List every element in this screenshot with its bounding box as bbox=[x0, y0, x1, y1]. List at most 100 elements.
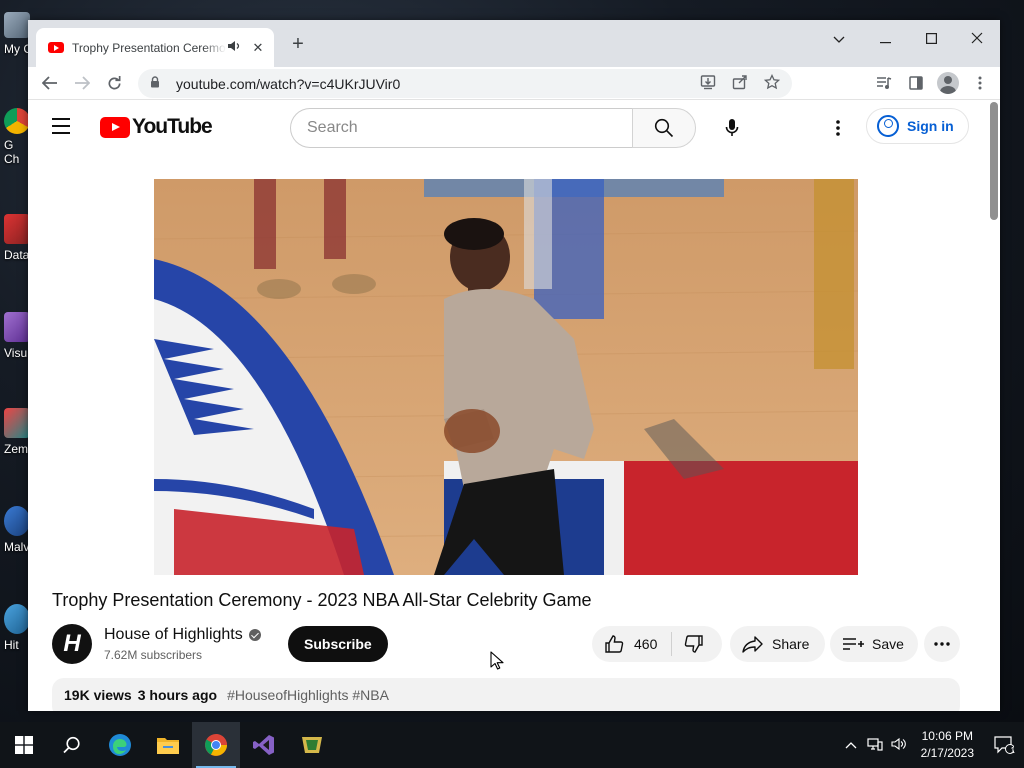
verified-badge-icon bbox=[248, 628, 261, 641]
vertical-dots-icon bbox=[836, 120, 840, 136]
like-dislike-group: 460 bbox=[592, 626, 722, 662]
video-description[interactable]: 19K views 3 hours ago #HouseofHighlights #… bbox=[52, 678, 960, 711]
windows-taskbar: 10:06 PM 2/17/2023 1 bbox=[0, 722, 1024, 768]
network-icon[interactable] bbox=[865, 737, 885, 754]
browser-toolbar: youtube.com/watch?v=c4UKrJUVir0 bbox=[28, 67, 1000, 100]
clock-date: 2/17/2023 bbox=[920, 746, 974, 760]
back-button[interactable] bbox=[34, 69, 66, 97]
share-label: Share bbox=[772, 636, 810, 652]
video-player[interactable] bbox=[154, 179, 858, 575]
action-center-button[interactable]: 1 bbox=[984, 722, 1024, 768]
media-controls-button[interactable] bbox=[868, 69, 900, 97]
minimize-button[interactable] bbox=[862, 24, 908, 54]
youtube-page: YouTube Search Sign in Trophy Presentati… bbox=[28, 100, 1000, 711]
maximize-button[interactable] bbox=[908, 24, 954, 54]
profile-avatar-icon bbox=[937, 72, 959, 94]
video-frame bbox=[154, 179, 858, 575]
search-icon bbox=[63, 736, 80, 754]
tab-search-button[interactable] bbox=[816, 24, 862, 54]
microphone-icon bbox=[725, 119, 739, 136]
tab-title: Trophy Presentation Ceremony - 2023 NBA … bbox=[72, 40, 226, 55]
close-tab-icon[interactable]: ✕ bbox=[250, 40, 266, 56]
page-scrollbar[interactable] bbox=[988, 102, 998, 707]
thumbs-up-icon bbox=[605, 635, 624, 653]
chrome-menu-button[interactable] bbox=[964, 69, 996, 97]
taskbar-visual-studio[interactable] bbox=[240, 722, 288, 768]
chrome-window: Trophy Presentation Ceremony - 2023 NBA … bbox=[28, 20, 1000, 711]
video-owner-row: H House of Highlights 7.62M subscribers … bbox=[52, 624, 972, 664]
youtube-favicon-icon bbox=[48, 42, 64, 53]
sign-in-button[interactable]: Sign in bbox=[866, 108, 969, 144]
system-tray: 10:06 PM 2/17/2023 1 bbox=[839, 722, 1024, 768]
folder-icon bbox=[157, 738, 179, 754]
taskbar-chrome[interactable] bbox=[192, 722, 240, 768]
taskbar-search-button[interactable] bbox=[48, 722, 96, 768]
start-button[interactable] bbox=[0, 722, 48, 768]
subscriber-count: 7.62M subscribers bbox=[104, 648, 203, 662]
voice-search-button[interactable] bbox=[712, 108, 752, 148]
shield-app-icon bbox=[302, 737, 322, 753]
visual-studio-icon bbox=[4, 312, 30, 342]
save-button[interactable]: Save bbox=[830, 626, 918, 662]
subscribe-button[interactable]: Subscribe bbox=[288, 626, 388, 662]
channel-avatar[interactable]: H bbox=[52, 624, 92, 664]
search-icon bbox=[654, 118, 674, 138]
tab-youtube-video[interactable]: Trophy Presentation Ceremony - 2023 NBA … bbox=[36, 28, 274, 67]
dislike-button[interactable] bbox=[672, 634, 716, 654]
visual-studio-icon bbox=[253, 735, 274, 755]
settings-menu-button[interactable] bbox=[826, 108, 850, 148]
clock-time: 10:06 PM bbox=[921, 729, 973, 743]
hamburger-menu-icon[interactable] bbox=[52, 118, 76, 136]
lock-icon[interactable] bbox=[150, 76, 168, 91]
search-input[interactable]: Search bbox=[290, 108, 632, 148]
share-page-icon[interactable] bbox=[728, 74, 752, 93]
volume-icon[interactable] bbox=[889, 737, 909, 754]
data-app-icon bbox=[4, 214, 30, 244]
hitmanpro-icon bbox=[4, 604, 30, 634]
search-bar: Search bbox=[290, 108, 696, 148]
taskbar-edge[interactable] bbox=[96, 722, 144, 768]
share-button[interactable]: Share bbox=[730, 626, 826, 662]
side-panel-button[interactable] bbox=[900, 69, 932, 97]
thumbs-down-icon bbox=[685, 635, 704, 653]
edge-icon bbox=[109, 734, 131, 756]
video-title: Trophy Presentation Ceremony - 2023 NBA … bbox=[52, 590, 592, 610]
horizontal-dots-icon bbox=[934, 642, 950, 646]
scrollbar-thumb[interactable] bbox=[990, 102, 998, 220]
close-window-button[interactable] bbox=[954, 24, 1000, 54]
new-tab-button[interactable]: + bbox=[286, 33, 310, 57]
youtube-play-logo-icon bbox=[100, 116, 130, 138]
arrow-left-icon bbox=[42, 76, 57, 90]
speaker-icon[interactable] bbox=[226, 40, 242, 55]
media-queue-icon bbox=[877, 77, 892, 89]
taskbar-app-shield[interactable] bbox=[288, 722, 336, 768]
like-count: 460 bbox=[634, 636, 658, 652]
address-bar[interactable]: youtube.com/watch?v=c4UKrJUVir0 bbox=[138, 69, 792, 98]
side-panel-icon bbox=[909, 76, 923, 90]
zemana-icon bbox=[4, 408, 30, 438]
youtube-logo-text: YouTube bbox=[132, 115, 213, 138]
system-clock[interactable]: 10:06 PM 2/17/2023 bbox=[911, 728, 984, 762]
taskbar-file-explorer[interactable] bbox=[144, 722, 192, 768]
chrome-icon bbox=[205, 734, 227, 756]
more-actions-button[interactable] bbox=[924, 626, 960, 662]
mouse-cursor-icon bbox=[490, 651, 504, 670]
hashtags[interactable]: #HouseofHighlights #NBA bbox=[227, 687, 389, 703]
like-button[interactable]: 460 bbox=[592, 632, 673, 656]
chrome-icon bbox=[4, 108, 30, 134]
share-arrow-icon bbox=[742, 636, 763, 653]
forward-button[interactable] bbox=[66, 69, 98, 97]
upload-age: 3 hours ago bbox=[137, 687, 218, 703]
show-hidden-icons-chevron-icon[interactable] bbox=[841, 738, 861, 752]
bookmark-star-icon[interactable] bbox=[760, 73, 784, 93]
reload-icon bbox=[108, 75, 120, 89]
reload-button[interactable] bbox=[98, 69, 130, 97]
youtube-logo[interactable]: YouTube bbox=[100, 115, 213, 138]
sign-in-label: Sign in bbox=[907, 118, 954, 134]
channel-name-link[interactable]: House of Highlights bbox=[104, 626, 261, 644]
search-button[interactable] bbox=[632, 108, 696, 148]
malwarebytes-icon bbox=[4, 506, 30, 536]
install-app-icon[interactable] bbox=[696, 74, 720, 93]
profile-button[interactable] bbox=[932, 69, 964, 97]
vertical-dots-icon bbox=[978, 76, 982, 90]
